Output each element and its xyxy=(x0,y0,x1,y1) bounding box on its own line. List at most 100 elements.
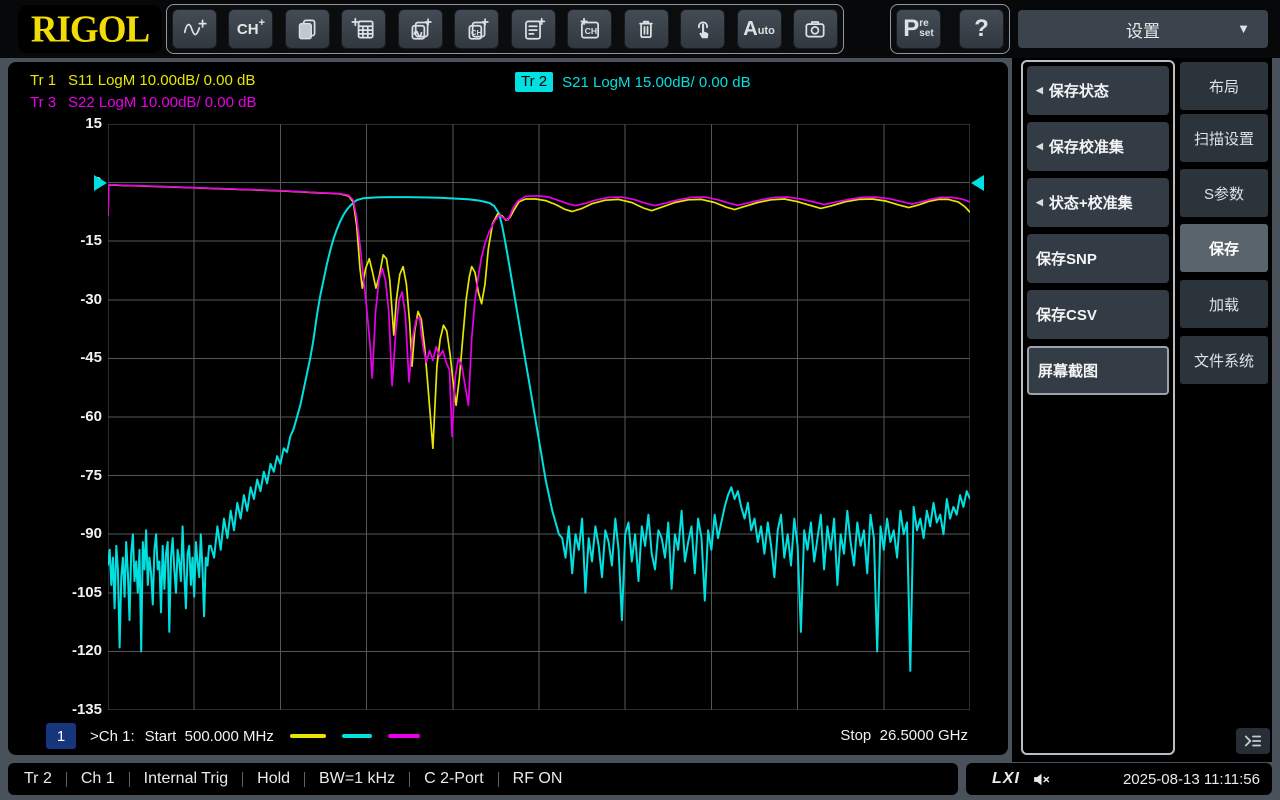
checklist-plus-icon xyxy=(520,16,546,42)
auto-label-a: A xyxy=(743,18,757,41)
trash-icon xyxy=(633,16,659,42)
submenu-item-save-cal[interactable]: ◀ 保存校准集 xyxy=(1027,122,1169,171)
preset-button[interactable]: Preset xyxy=(896,9,941,49)
y-tick--135: -135 xyxy=(32,701,102,719)
separator xyxy=(304,772,305,787)
help-button[interactable]: ? xyxy=(959,9,1004,49)
add-trace-window-button[interactable] xyxy=(398,9,443,49)
camera-icon xyxy=(802,16,828,42)
status-active-channel[interactable]: Ch 1 xyxy=(81,770,115,788)
table-plus-icon xyxy=(351,16,377,42)
trace3-legend[interactable]: Tr 3 S22 LogM 10.00dB/ 0.00 dB xyxy=(30,94,256,111)
measurement-display: Tr 1 S11 LogM 10.00dB/ 0.00 dB Tr 3 S22 … xyxy=(8,62,1008,755)
add-trace-button[interactable] xyxy=(172,9,217,49)
submenu-item-save-snp[interactable]: 保存SNP xyxy=(1027,234,1169,283)
status-calibration[interactable]: C 2-Port xyxy=(424,770,484,788)
trace3-swatch xyxy=(388,734,420,738)
trace1-label: Tr 1 xyxy=(30,72,68,89)
duplicate-window-button[interactable] xyxy=(285,9,330,49)
start-frequency[interactable]: Start 500.000 MHz xyxy=(145,728,274,745)
screenshot-button[interactable] xyxy=(793,9,838,49)
separator xyxy=(129,772,130,787)
y-tick--45: -45 xyxy=(32,349,102,367)
add-channel-window-button[interactable]: CH xyxy=(454,9,499,49)
toolbar-group-main: CH+ xyxy=(166,4,844,54)
add-channel-button[interactable]: CH+ xyxy=(228,9,273,49)
y-tick--30: -30 xyxy=(32,291,102,309)
trace1-format: S11 LogM 10.00dB/ 0.00 dB xyxy=(68,72,255,89)
stacked-windows-icon xyxy=(294,16,320,42)
add-trace-icon xyxy=(182,16,208,42)
submenu-item-state-cal[interactable]: ◀ 状态+校准集 xyxy=(1027,178,1169,227)
menu-item-file-system[interactable]: 文件系统 xyxy=(1180,336,1268,384)
menu-item-load[interactable]: 加载 xyxy=(1180,280,1268,328)
y-tick--120: -120 xyxy=(32,642,102,660)
collapse-menu-icon xyxy=(1242,732,1264,750)
status-bar-system: LXI 2025-08-13 11:11:56 xyxy=(966,763,1272,795)
menu-item-layout[interactable]: 布局 xyxy=(1180,62,1268,110)
trace2-swatch xyxy=(342,734,372,738)
status-bar: Tr 2 Ch 1 Internal Trig Hold BW=1 kHz C … xyxy=(8,763,958,795)
trace2-format: S21 LogM 15.00dB/ 0.00 dB xyxy=(562,74,750,91)
windows-trace-plus-icon xyxy=(407,16,433,42)
submenu-item-screenshot[interactable]: 屏幕截图 xyxy=(1027,346,1169,395)
trace1-swatch xyxy=(290,734,326,738)
auto-scale-button[interactable]: Auto xyxy=(737,9,782,49)
add-checklist-button[interactable] xyxy=(511,9,556,49)
status-sweep-mode[interactable]: Hold xyxy=(257,770,290,788)
menu-item-save[interactable]: 保存 xyxy=(1180,224,1268,272)
status-active-trace[interactable]: Tr 2 xyxy=(24,770,52,788)
channel-label: >Ch 1: xyxy=(90,728,135,745)
vna-screen: RIGOL CH+ xyxy=(0,0,1280,800)
trace2-legend[interactable]: Tr 2 S21 LogM 15.00dB/ 0.00 dB xyxy=(515,72,751,92)
svg-text:CH: CH xyxy=(584,26,597,36)
add-table-window-button[interactable] xyxy=(341,9,386,49)
toolbar-group-preset: Preset ? xyxy=(890,4,1010,54)
windows-channel-plus-icon: CH xyxy=(464,16,490,42)
y-tick-15: 15 xyxy=(32,115,102,133)
speaker-muted-icon[interactable] xyxy=(1032,772,1050,787)
collapse-menu-button[interactable] xyxy=(1236,728,1270,754)
menu-item-s-params[interactable]: S参数 xyxy=(1180,169,1268,217)
channel-number-badge[interactable]: 1 xyxy=(46,723,76,749)
stop-frequency[interactable]: Stop 26.5000 GHz xyxy=(840,727,968,744)
add-channel-sheet-button[interactable]: CH xyxy=(567,9,612,49)
trace1-legend[interactable]: Tr 1 S11 LogM 10.00dB/ 0.00 dB xyxy=(30,72,255,89)
submenu-item-save-csv[interactable]: 保存CSV xyxy=(1027,290,1169,339)
delete-button[interactable] xyxy=(624,9,669,49)
preset-label-p: P xyxy=(903,15,919,43)
channel-bar: 1 >Ch 1: Start 500.000 MHz xyxy=(46,722,420,750)
separator xyxy=(409,772,410,787)
save-submenu-panel: ◀ 保存状态 ◀ 保存校准集 ◀ 状态+校准集 保存SNP 保存CSV 屏幕截图 xyxy=(1021,60,1175,755)
trace3-label: Tr 3 xyxy=(30,94,68,111)
channel-sheet-plus-icon: CH xyxy=(577,16,603,42)
status-trigger-source[interactable]: Internal Trig xyxy=(144,770,228,788)
y-tick-0: 0 xyxy=(32,174,102,192)
settings-menu-header[interactable]: 设置 ▼ xyxy=(1018,10,1268,48)
separator xyxy=(242,772,243,787)
separator xyxy=(498,772,499,787)
reference-level-marker-left[interactable] xyxy=(94,175,107,191)
auto-label-rest: uto xyxy=(758,25,775,37)
datetime: 2025-08-13 11:11:56 xyxy=(1123,771,1260,788)
status-if-bandwidth[interactable]: BW=1 kHz xyxy=(319,770,395,788)
preset-label-set: set xyxy=(919,29,933,39)
help-icon: ? xyxy=(974,15,989,43)
add-channel-label: CH xyxy=(237,21,259,38)
brand-logo: RIGOL xyxy=(18,5,162,53)
rigol-logo-text: RIGOL xyxy=(31,7,149,52)
settings-menu-title: 设置 xyxy=(1126,17,1160,42)
sparameter-plot xyxy=(108,124,970,710)
reference-level-marker-right[interactable] xyxy=(971,175,984,191)
y-tick--75: -75 xyxy=(32,467,102,485)
chevron-down-icon: ▼ xyxy=(1237,21,1250,36)
plus-icon: + xyxy=(259,17,265,29)
menu-item-sweep-setup[interactable]: 扫描设置 xyxy=(1180,114,1268,162)
status-rf-power[interactable]: RF ON xyxy=(513,770,563,788)
y-tick--15: -15 xyxy=(32,232,102,250)
chevron-left-icon: ◀ xyxy=(1036,85,1043,96)
separator xyxy=(66,772,67,787)
touch-button[interactable] xyxy=(680,9,725,49)
submenu-item-save-state[interactable]: ◀ 保存状态 xyxy=(1027,66,1169,115)
touch-icon xyxy=(690,16,716,42)
